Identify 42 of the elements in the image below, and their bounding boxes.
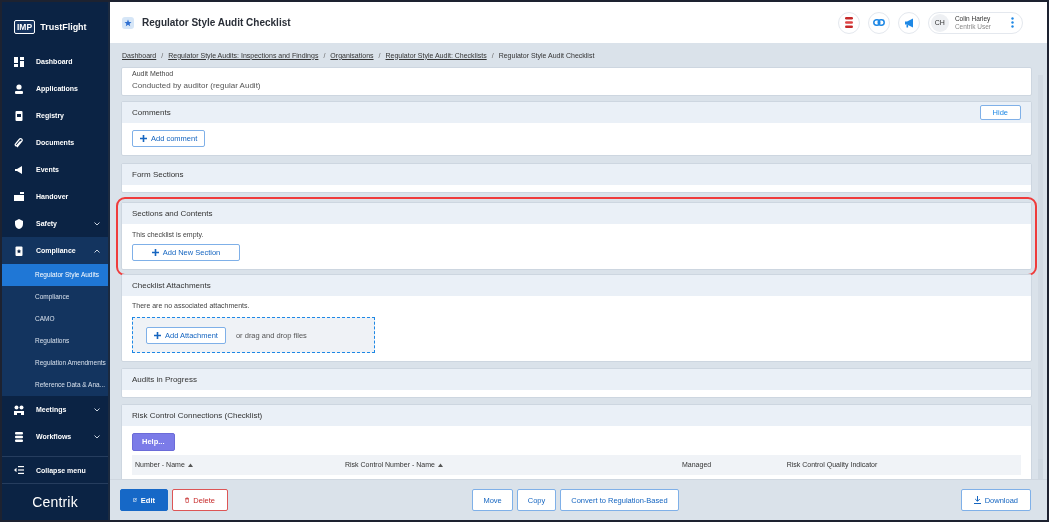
people-icon bbox=[14, 404, 24, 415]
plus-icon bbox=[154, 331, 161, 339]
card-title: Comments bbox=[132, 108, 171, 117]
chevron-icon bbox=[94, 248, 100, 253]
star-badge-icon bbox=[122, 16, 134, 29]
field-value: Conducted by auditor (regular Audit) bbox=[132, 81, 262, 90]
trash-icon bbox=[185, 496, 190, 504]
card-title: Sections and Contents bbox=[132, 209, 213, 218]
shield-icon bbox=[14, 218, 24, 229]
plus-icon bbox=[151, 249, 159, 256]
paperclip-icon bbox=[14, 137, 24, 148]
footer-logo: Centrik bbox=[32, 494, 78, 510]
chevron-icon bbox=[94, 221, 100, 226]
card-title: Form Sections bbox=[132, 170, 184, 179]
link-button[interactable] bbox=[867, 11, 890, 34]
edit-icon bbox=[133, 496, 137, 504]
plus-icon bbox=[140, 135, 147, 142]
person-icon bbox=[14, 83, 24, 94]
page-title: Regulator Style Audit Checklist bbox=[142, 17, 291, 28]
megaphone-icon bbox=[903, 17, 914, 28]
stack-button[interactable] bbox=[837, 11, 860, 34]
tray-icon bbox=[14, 191, 24, 202]
kebab-icon bbox=[1011, 17, 1014, 28]
grid-icon bbox=[14, 56, 24, 67]
chevron-icon bbox=[94, 434, 100, 439]
chevron-icon bbox=[94, 407, 100, 412]
brand-name: TrustFlight bbox=[40, 22, 87, 32]
announcement-button[interactable] bbox=[897, 11, 920, 34]
download-icon bbox=[973, 496, 981, 504]
stack-icon bbox=[14, 431, 24, 442]
megaphone-icon bbox=[14, 164, 24, 175]
collapse-icon bbox=[14, 466, 24, 474]
sort-icon bbox=[187, 462, 193, 467]
card-title: Checklist Attachments bbox=[132, 281, 211, 290]
logo-badge: IMP bbox=[14, 20, 36, 34]
sort-icon bbox=[437, 462, 443, 467]
card-title: Audits in Progress bbox=[132, 375, 197, 384]
document-icon bbox=[14, 110, 24, 121]
card-title: Risk Control Connections (Checklist) bbox=[132, 411, 263, 420]
link-icon bbox=[872, 19, 885, 26]
stack-icon bbox=[843, 17, 854, 28]
clipboard-icon bbox=[14, 245, 24, 256]
